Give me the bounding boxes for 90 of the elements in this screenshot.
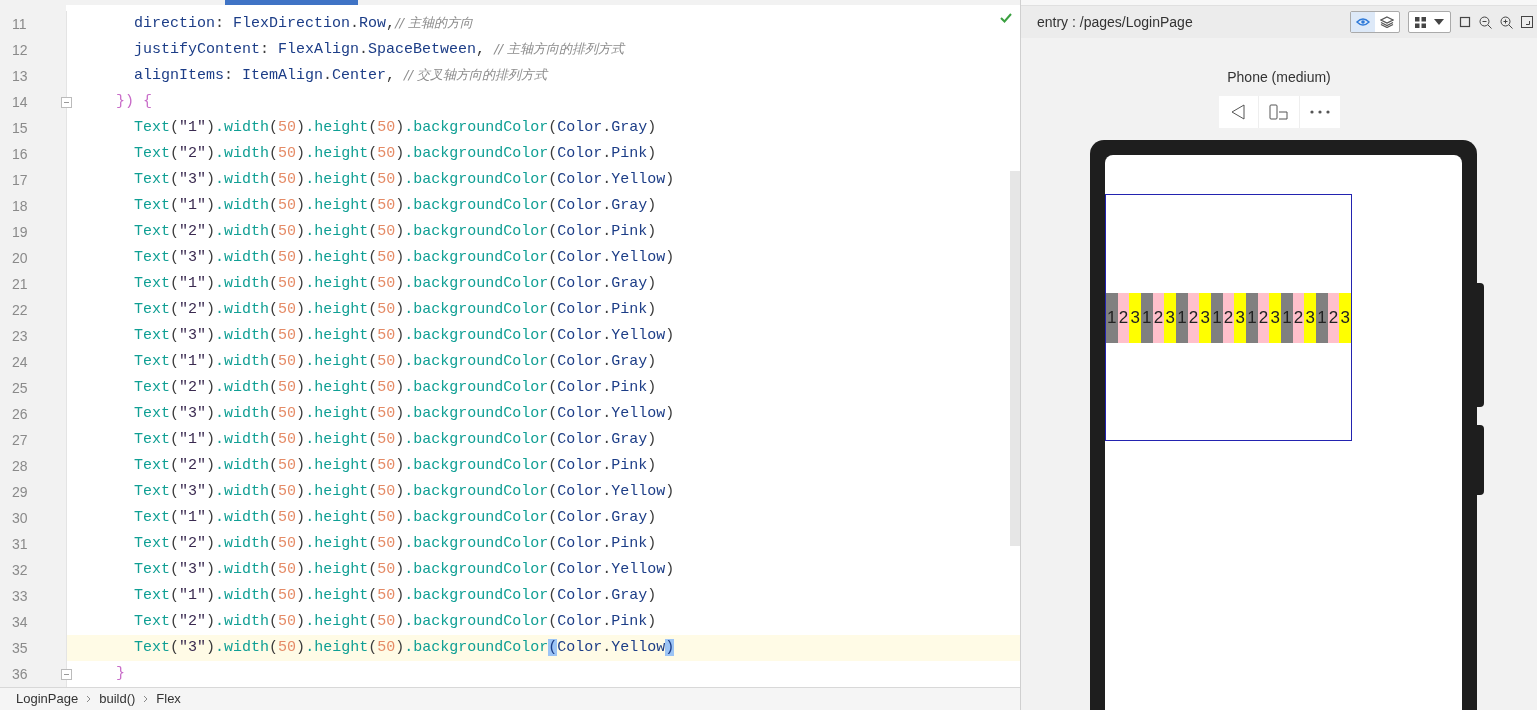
line-number: 11 <box>12 14 27 34</box>
code-line: Text("3").width(50).height(50).backgroundColor(Color.Yellow) <box>133 559 675 580</box>
device-name: Phone (medium) <box>1227 68 1331 87</box>
code-line: Text("3").width(50).height(50).backgroundColor(Color.Yellow) <box>133 325 675 346</box>
code-line: Text("2").width(50).height(50).backgroundColor(Color.Pink) <box>133 299 657 320</box>
line-number: 21 <box>12 274 28 294</box>
line-number: 36 <box>12 664 28 684</box>
zoom-out-icon[interactable] <box>1479 15 1492 29</box>
frame-icon[interactable] <box>1459 16 1471 28</box>
line-number: 31 <box>12 534 28 554</box>
chevron-icon <box>86 695 92 703</box>
code-line: Text("1").width(50).height(50).backgroundColor(Color.Gray) <box>133 195 657 216</box>
code-line: Text("3").width(50).height(50).backgroundColor(Color.Yellow) <box>133 637 675 658</box>
code-line: Text("1").width(50).height(50).backgroundColor(Color.Gray) <box>133 117 657 138</box>
code-line: Text("1").width(50).height(50).backgroundColor(Color.Gray) <box>133 351 657 372</box>
rotate-icon <box>1268 104 1289 120</box>
code-line: Text("3").width(50).height(50).backgroundColor(Color.Yellow) <box>133 481 675 502</box>
text-item: 1 <box>1106 292 1118 343</box>
layers-icon <box>1380 16 1394 28</box>
breadcrumb-item[interactable]: build() <box>99 689 136 709</box>
code-line: Text("1").width(50).height(50).backgroundColor(Color.Gray) <box>133 273 657 294</box>
line-number: 28 <box>12 456 28 476</box>
text-item: 3 <box>1269 292 1282 343</box>
text-item: 1 <box>1176 292 1188 343</box>
text-item: 3 <box>1234 292 1247 343</box>
text-item: 3 <box>1339 292 1352 343</box>
line-number: 19 <box>12 222 28 242</box>
line-number: 17 <box>12 170 28 190</box>
fold-icon[interactable] <box>61 96 72 108</box>
text-item: 3 <box>1199 292 1212 343</box>
line-number: 14 <box>12 92 28 112</box>
line-number: 24 <box>12 352 28 372</box>
line-number: 23 <box>12 326 28 346</box>
line-number: 20 <box>12 248 28 268</box>
code-line: } <box>115 663 125 684</box>
line-number: 29 <box>12 482 28 502</box>
line-number: 18 <box>12 196 28 216</box>
code-line: Text("2").width(50).height(50).backgroundColor(Color.Pink) <box>133 611 657 632</box>
text-item: 1 <box>1211 292 1223 343</box>
page-path: entry : /pages/LoginPage <box>1037 12 1193 32</box>
line-number: 33 <box>12 586 28 606</box>
eye-icon <box>1356 16 1370 28</box>
more-icon <box>1309 110 1330 114</box>
text-item: 1 <box>1281 292 1293 343</box>
inspect-button[interactable] <box>1351 12 1375 32</box>
line-number: 13 <box>12 66 28 86</box>
chevron-icon <box>143 695 149 703</box>
line-number: 30 <box>12 508 28 528</box>
line-number: 16 <box>12 144 28 164</box>
code-line: Text("2").width(50).height(50).backgroundColor(Color.Pink) <box>133 377 657 398</box>
code-line: Text("1").width(50).height(50).backgroundColor(Color.Gray) <box>133 507 657 528</box>
scrollbar[interactable] <box>1010 171 1020 546</box>
line-number: 34 <box>12 612 28 632</box>
line-number: 27 <box>12 430 28 450</box>
code-line: direction: FlexDirection.Row,// 主轴的方向 <box>133 13 474 34</box>
back-icon <box>1231 104 1245 120</box>
fit-icon[interactable] <box>1521 16 1533 28</box>
code-line: Text("3").width(50).height(50).backgroundColor(Color.Yellow) <box>133 247 675 268</box>
breadcrumb-item[interactable]: LoginPage <box>16 689 79 709</box>
check-icon <box>1000 13 1012 23</box>
line-number: 12 <box>12 40 28 60</box>
code-line: Text("3").width(50).height(50).backgroundColor(Color.Yellow) <box>133 403 675 424</box>
view-dropdown[interactable] <box>1408 11 1451 33</box>
code-line: alignItems: ItemAlign.Center, // 交叉轴方向的排列方式 <box>133 65 547 86</box>
text-item: 3 <box>1304 292 1317 343</box>
grid-icon <box>1415 16 1426 28</box>
line-number: 22 <box>12 300 28 320</box>
line-number: 26 <box>12 404 28 424</box>
code-line: Text("2").width(50).height(50).backgroundColor(Color.Pink) <box>133 533 657 554</box>
text-item: 1 <box>1246 292 1258 343</box>
line-number: 35 <box>12 638 28 658</box>
code-line: Text("1").width(50).height(50).backgroundColor(Color.Gray) <box>133 429 657 450</box>
line-number: 25 <box>12 378 28 398</box>
line-number: 15 <box>12 118 28 138</box>
code-line: Text("1").width(50).height(50).backgroundColor(Color.Gray) <box>133 585 657 606</box>
line-number: 32 <box>12 560 28 580</box>
breadcrumb-item[interactable]: Flex <box>156 689 181 709</box>
fold-icon[interactable] <box>61 668 72 680</box>
code-line: }) { <box>115 91 152 112</box>
code-line: Text("2").width(50).height(50).backgroundColor(Color.Pink) <box>133 455 657 476</box>
zoom-in-icon[interactable] <box>1500 15 1513 29</box>
code-line: Text("2").width(50).height(50).backgroundColor(Color.Pink) <box>133 221 657 242</box>
code-line: Text("3").width(50).height(50).backgroundColor(Color.Yellow) <box>133 169 675 190</box>
text-item: 1 <box>1141 292 1153 343</box>
code-line: Text("2").width(50).height(50).backgroundColor(Color.Pink) <box>133 143 657 164</box>
caret-icon <box>1434 19 1444 25</box>
text-item: 1 <box>1316 292 1328 343</box>
text-item: 3 <box>1164 292 1177 343</box>
code-line: justifyContent: FlexAlign.SpaceBetween, // 主轴方向的排列方式 <box>133 39 625 60</box>
text-item: 3 <box>1129 292 1141 343</box>
